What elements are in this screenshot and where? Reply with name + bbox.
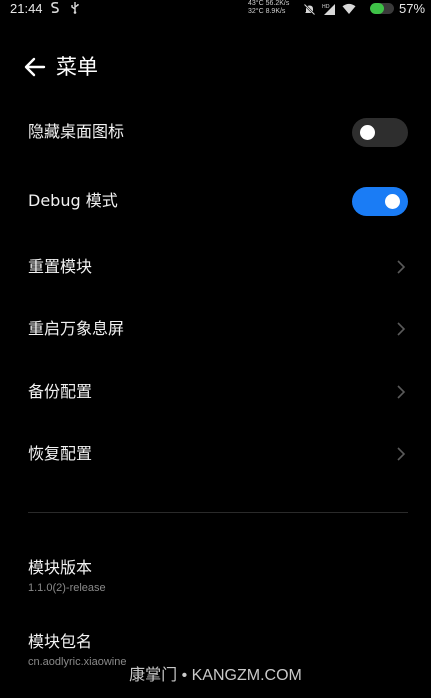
restart-aod-row[interactable]: 重启万象息屏 <box>0 299 431 359</box>
battery-percent: 57% <box>399 1 426 16</box>
usb-icon <box>70 2 80 17</box>
toggle-knob <box>385 194 400 209</box>
backup-config-row[interactable]: 备份配置 <box>0 362 431 422</box>
hide-desktop-icon-toggle[interactable] <box>352 118 408 147</box>
cellular-hd-icon: HD <box>322 3 336 16</box>
mute-icon <box>303 3 316 16</box>
wifi-icon <box>342 3 356 15</box>
debug-mode-label: Debug 模式 <box>28 191 118 210</box>
reset-module-row[interactable]: 重置模块 <box>0 237 431 297</box>
sync-icon <box>50 1 64 17</box>
restore-config-label: 恢复配置 <box>28 444 93 463</box>
status-bar: 21:44 43°C 56.2K/s 32°C 8.9K/s HD 57% <box>0 0 431 18</box>
battery-level <box>370 3 384 14</box>
status-time: 21:44 <box>10 1 43 16</box>
chevron-right-icon <box>397 447 406 461</box>
app-header: 菜单 <box>0 48 431 88</box>
back-button[interactable] <box>22 54 48 80</box>
status-right-icons: HD <box>303 1 356 17</box>
hide-desktop-icon-label: 隐藏桌面图标 <box>28 122 125 141</box>
backup-config-label: 备份配置 <box>28 382 93 401</box>
restart-aod-label: 重启万象息屏 <box>28 319 125 338</box>
network-stats: 43°C 56.2K/s 32°C 8.9K/s <box>248 0 289 15</box>
watermark: 康掌门 • KANGZM.COM <box>129 667 302 684</box>
stats-line-2: 32°C 8.9K/s <box>248 7 286 15</box>
debug-mode-row[interactable]: Debug 模式 <box>0 171 431 231</box>
section-divider <box>28 512 408 513</box>
module-version-value: 1.1.0(2)-release <box>28 582 106 594</box>
restore-config-row[interactable]: 恢复配置 <box>0 424 431 484</box>
package-name-title: 模块包名 <box>28 632 93 651</box>
debug-mode-toggle[interactable] <box>352 187 408 216</box>
module-version-title: 模块版本 <box>28 558 93 577</box>
hide-desktop-icon-row[interactable]: 隐藏桌面图标 <box>0 102 431 162</box>
reset-module-label: 重置模块 <box>28 257 93 276</box>
chevron-right-icon <box>397 322 406 336</box>
toggle-knob <box>360 125 375 140</box>
status-left-icons <box>50 1 86 18</box>
svg-text:HD: HD <box>322 4 330 10</box>
chevron-right-icon <box>397 260 406 274</box>
stats-line-1: 43°C 56.2K/s <box>248 0 290 7</box>
page-title: 菜单 <box>56 55 98 79</box>
arrow-left-icon <box>24 57 46 77</box>
battery-icon <box>370 3 394 14</box>
chevron-right-icon <box>397 385 406 399</box>
